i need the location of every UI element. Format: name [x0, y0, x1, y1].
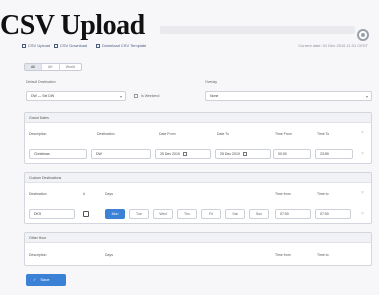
default-destination-value: DW — Sel DW	[31, 94, 55, 98]
col-time-from: Time from	[275, 253, 291, 257]
day-sun[interactable]: Sun	[249, 209, 269, 219]
day-tue[interactable]: Tue	[129, 209, 149, 219]
col-days: Days	[105, 192, 113, 196]
col-date-to: Date To	[217, 132, 229, 136]
download-icon	[54, 43, 58, 48]
calendar-icon	[182, 152, 187, 157]
upload-icon	[22, 43, 26, 48]
col-destination: Destination	[29, 192, 47, 196]
col-hash: #	[83, 192, 85, 196]
col-days: Days	[105, 253, 113, 257]
col-time-from: Time From	[275, 132, 292, 136]
other-hour-title: Other Hour	[25, 233, 371, 243]
header: CSV Upload	[0, 10, 379, 41]
current-date: Current date: 01 Dec 2019 11:31 CEST	[298, 43, 368, 48]
destination-input[interactable]: DW	[91, 149, 151, 159]
day-fri[interactable]: Fri	[201, 209, 221, 219]
page-title: CSV Upload	[0, 10, 145, 41]
remove-row-icon[interactable]: ×	[361, 151, 364, 157]
date-to-value: 25 Dec 2019	[220, 152, 240, 156]
custom-destinations-panel: Custom Destinations Destination # Days T…	[24, 172, 372, 224]
gear-icon[interactable]	[357, 29, 369, 41]
header-bar	[160, 26, 355, 34]
download-template-link[interactable]: Download CSV Template	[96, 43, 146, 48]
close-icon[interactable]: ×	[361, 130, 364, 136]
time-from-input[interactable]: 00:00	[273, 149, 311, 159]
csv-download-label: CSV Download	[60, 43, 88, 48]
tab-uk[interactable]: UK	[42, 64, 60, 70]
col-description: Description	[29, 253, 47, 257]
chevron-down-icon: ▾	[119, 94, 122, 99]
day-thu[interactable]: Thu	[177, 209, 197, 219]
col-time-to: Time To	[317, 132, 330, 136]
col-destination: Destination	[97, 132, 115, 136]
chevron-down-icon: ▾	[365, 94, 368, 99]
time-to-input[interactable]: 23:59	[315, 149, 353, 159]
default-destination-select[interactable]: DW — Sel DW ▾	[26, 91, 126, 101]
csv-upload-label: CSV Upload	[28, 43, 51, 48]
download-template-label: Download CSV Template	[102, 43, 147, 48]
col-time-from: Time from	[275, 192, 291, 196]
calendar-icon[interactable]	[83, 211, 89, 217]
day-mon[interactable]: Mon	[105, 209, 125, 219]
custom-destinations-title: Custom Destinations	[25, 173, 371, 183]
close-icon[interactable]: ×	[361, 190, 364, 196]
day-sat[interactable]: Sat	[225, 209, 245, 219]
grand-dates-panel: Grand Dates Description Destination Date…	[24, 112, 372, 164]
check-icon: ✓	[33, 277, 37, 282]
date-from-input[interactable]: 25 Dec 2019	[155, 149, 211, 159]
save-label: Save	[40, 277, 50, 282]
other-hour-panel: Other Hour Description Days Time from Ti…	[24, 232, 372, 266]
col-date-from: Date From	[159, 132, 176, 136]
is-weekend-label: Is Weekend	[141, 94, 160, 98]
tab-world[interactable]: World	[60, 64, 81, 70]
col-time-to: Time to	[317, 192, 329, 196]
save-button[interactable]: ✓ Save	[26, 274, 66, 286]
overlay-label: Overlay	[205, 80, 218, 84]
overlay-select[interactable]: None ▾	[205, 91, 372, 101]
grand-dates-title: Grand Dates	[25, 113, 371, 123]
description-input[interactable]: Christmas	[29, 149, 87, 159]
date-to-input[interactable]: 25 Dec 2019	[215, 149, 271, 159]
custom-destination-input[interactable]: DKS	[29, 209, 75, 219]
calendar-icon	[242, 152, 247, 157]
tab-all[interactable]: All	[25, 64, 42, 70]
default-destination-label: Default Destination	[26, 80, 56, 84]
custom-time-from-input[interactable]: 07:00	[275, 209, 311, 219]
remove-row-icon[interactable]: ×	[361, 211, 364, 217]
app-frame: CSV Upload CSV Upload CSV Download Downl…	[0, 0, 379, 295]
is-weekend-checkbox[interactable]	[134, 94, 138, 98]
col-description: Description	[29, 132, 47, 136]
toolbar: CSV Upload CSV Download Download CSV Tem…	[22, 43, 372, 53]
day-wed[interactable]: Wed	[153, 209, 173, 219]
download-icon	[96, 43, 100, 48]
csv-upload-link[interactable]: CSV Upload	[22, 43, 50, 48]
date-from-value: 25 Dec 2019	[160, 152, 180, 156]
csv-download-link[interactable]: CSV Download	[54, 43, 87, 48]
col-time-to: Time to	[317, 253, 329, 257]
custom-time-to-input[interactable]: 07:00	[315, 209, 351, 219]
overlay-value: None	[210, 94, 219, 98]
mode-tabs: All UK World	[24, 63, 82, 71]
